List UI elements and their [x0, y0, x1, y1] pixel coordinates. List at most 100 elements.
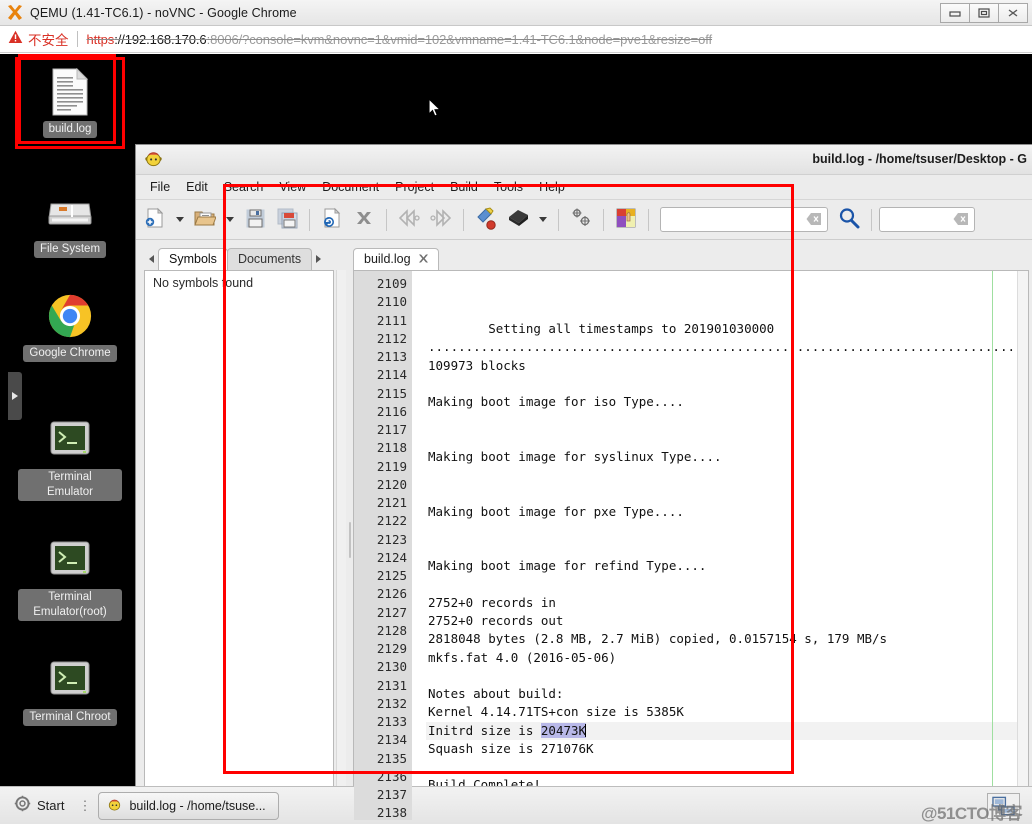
menu-tools[interactable]: Tools [486, 177, 531, 197]
desktop-icon-terminal-emulator-root[interactable]: Terminal Emulator(root) [18, 534, 122, 621]
color-chooser-icon [615, 207, 637, 232]
watermark-label: @51CTO博客 [920, 803, 1023, 823]
start-button[interactable]: Start [6, 792, 72, 820]
code-line[interactable]: 2818048 bytes (2.8 MB, 2.7 MiB) copied, … [426, 630, 1017, 648]
menu-build[interactable]: Build [442, 177, 486, 197]
sidebar-scroll-left-button[interactable] [144, 248, 158, 270]
revert-button[interactable] [317, 205, 347, 235]
navigate-forward-button[interactable] [426, 205, 456, 235]
desktop-icon-terminal-chroot[interactable]: Terminal Chroot [18, 654, 122, 726]
pane-splitter[interactable] [346, 240, 353, 824]
start-gear-icon [14, 795, 31, 817]
tab-documents[interactable]: Documents [226, 248, 313, 270]
geany-menubar[interactable]: File Edit Search View Document Project B… [136, 175, 1032, 200]
run-button[interactable] [566, 205, 596, 235]
search-button[interactable] [834, 205, 864, 235]
code-line[interactable]: ........................................… [426, 338, 1017, 356]
code-line[interactable]: mkfs.fat 4.0 (2016-05-06) [426, 649, 1017, 667]
code-line[interactable] [426, 411, 1017, 429]
minimize-button[interactable] [940, 3, 970, 23]
code-line[interactable]: Initrd size is 20473K [426, 721, 1017, 740]
menu-help[interactable]: Help [531, 177, 573, 197]
clear-goto-icon[interactable] [953, 212, 969, 229]
line-number: 2115 [376, 385, 407, 401]
browser-url-bar[interactable]: 不安全 https://192.168.170.6:8006/?console=… [0, 26, 1032, 53]
line-number: 2123 [376, 531, 407, 547]
code-line[interactable] [426, 521, 1017, 539]
desktop-icon-terminal-emulator[interactable]: Terminal Emulator [18, 414, 122, 501]
vnc-desktop[interactable]: build.log File System Google Chrome Term… [0, 54, 1032, 824]
document-tabstrip[interactable]: build.log [353, 244, 1029, 270]
code-line[interactable]: Making boot image for refind Type.... [426, 557, 1017, 575]
save-all-button[interactable] [272, 205, 302, 235]
code-editor[interactable]: 2109 2110 2111 2112 2113 2114 2115 2116 2117 2118… [353, 270, 1029, 821]
geany-toolbar[interactable] [136, 200, 1032, 240]
menu-document[interactable]: Document [314, 177, 387, 197]
goto-line-input[interactable] [880, 209, 950, 230]
open-document-dropdown-arrow[interactable] [222, 205, 238, 235]
code-line[interactable]: Setting all timestamps to 201901030000 [426, 320, 1017, 338]
code-line[interactable] [426, 758, 1017, 776]
code-line[interactable] [426, 375, 1017, 393]
search-input-wrapper[interactable] [660, 207, 828, 232]
desktop-icon-build-log[interactable]: build.log [15, 57, 125, 149]
code-line[interactable] [426, 466, 1017, 484]
symbols-list[interactable]: No symbols found [144, 270, 334, 824]
code-line[interactable]: 109973 blocks [426, 357, 1017, 375]
code-line[interactable]: Squash size is 271076K [426, 740, 1017, 758]
close-tab-icon[interactable] [418, 253, 429, 266]
system-tray[interactable]: @51CTO博客 [921, 792, 1026, 823]
menu-search[interactable]: Search [216, 177, 272, 197]
menu-edit[interactable]: Edit [178, 177, 216, 197]
desktop-icon-file-system[interactable]: File System [18, 186, 122, 258]
save-button[interactable] [240, 205, 270, 235]
search-magnifier-icon [838, 207, 860, 232]
code-line[interactable]: Making boot image for syslinux Type.... [426, 448, 1017, 466]
new-document-dropdown-arrow[interactable] [172, 205, 188, 235]
taskbar-item-build-log[interactable]: build.log - /home/tsuse... [98, 791, 279, 820]
clear-search-icon[interactable] [806, 212, 822, 229]
url-text[interactable]: https://192.168.170.6:8006/?console=kvm&… [87, 32, 713, 47]
build-button[interactable] [503, 205, 533, 235]
sidebar-scrollbar[interactable] [336, 270, 346, 824]
code-line[interactable]: 2752+0 records in [426, 594, 1017, 612]
menu-file[interactable]: File [142, 177, 178, 197]
taskbar[interactable]: Start ⋮ build.log - /home/tsuse... @51CT… [0, 786, 1032, 824]
selected-text[interactable]: 20473K [540, 722, 587, 738]
code-line[interactable] [426, 539, 1017, 557]
sidebar-tabstrip[interactable]: Symbols Documents [144, 244, 346, 270]
code-line[interactable] [426, 430, 1017, 448]
code-line[interactable]: Making boot image for iso Type.... [426, 393, 1017, 411]
document-tab-build-log[interactable]: build.log [353, 248, 439, 270]
close-document-button[interactable] [349, 205, 379, 235]
taskbar-drag-handle[interactable]: ⋮ [78, 798, 92, 814]
editor-vertical-scrollbar[interactable] [1017, 271, 1028, 820]
tab-symbols[interactable]: Symbols [158, 248, 228, 270]
code-line[interactable]: 2752+0 records out [426, 612, 1017, 630]
new-document-button[interactable] [140, 205, 170, 235]
menu-project[interactable]: Project [387, 177, 442, 197]
navigate-back-button[interactable] [394, 205, 424, 235]
maximize-button[interactable] [969, 3, 999, 23]
build-dropdown-arrow[interactable] [535, 205, 551, 235]
menu-view[interactable]: View [271, 177, 314, 197]
code-line[interactable] [426, 576, 1017, 594]
close-button[interactable] [998, 3, 1028, 23]
geany-window[interactable]: build.log - /home/tsuser/Desktop - G Fil… [135, 144, 1032, 824]
color-chooser-button[interactable] [611, 205, 641, 235]
code-line[interactable]: Notes about build: [426, 685, 1017, 703]
search-input[interactable] [661, 209, 801, 230]
hidden-panel-handle[interactable] [8, 372, 22, 420]
code-line[interactable] [426, 667, 1017, 685]
code-line[interactable] [426, 484, 1017, 502]
open-document-button[interactable] [190, 205, 220, 235]
code-line[interactable]: Kernel 4.14.71TS+con size is 5385K [426, 703, 1017, 721]
goto-line-wrapper[interactable] [879, 207, 975, 232]
code-line[interactable]: Making boot image for pxe Type.... [426, 503, 1017, 521]
compile-button[interactable] [471, 205, 501, 235]
editor-pane: build.log 2109 2110 2111 2112 2113 2114 2115 21… [353, 240, 1032, 824]
code-area[interactable]: Setting all timestamps to 201901030000..… [426, 271, 1017, 820]
sidebar-scroll-right-button[interactable] [311, 248, 325, 270]
document-tab-label: build.log [364, 252, 411, 266]
desktop-icon-google-chrome[interactable]: Google Chrome [18, 290, 122, 362]
